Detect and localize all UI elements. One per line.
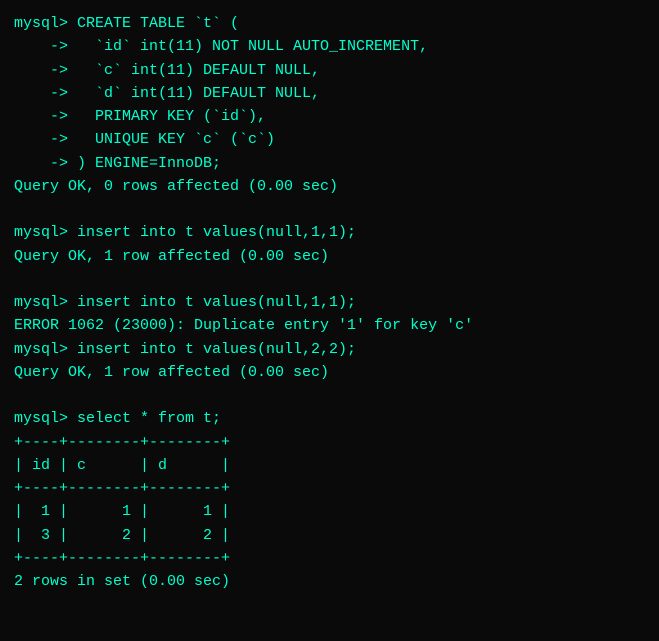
terminal-line: -> `d` int(11) DEFAULT NULL,: [14, 82, 645, 105]
terminal-line: +----+--------+--------+: [14, 431, 645, 454]
terminal-line: mysql> insert into t values(null,2,2);: [14, 338, 645, 361]
terminal-line: | 3 | 2 | 2 |: [14, 524, 645, 547]
terminal-line: Query OK, 0 rows affected (0.00 sec): [14, 175, 645, 198]
terminal-line: mysql> CREATE TABLE `t` (: [14, 12, 645, 35]
terminal-line: mysql> select * from t;: [14, 407, 645, 430]
terminal-line: -> UNIQUE KEY `c` (`c`): [14, 128, 645, 151]
terminal-line: | id | c | d |: [14, 454, 645, 477]
terminal-output: mysql> CREATE TABLE `t` ( -> `id` int(11…: [14, 12, 645, 629]
terminal-line: Query OK, 1 row affected (0.00 sec): [14, 245, 645, 268]
terminal-line: +----+--------+--------+: [14, 477, 645, 500]
terminal-line: 2 rows in set (0.00 sec): [14, 570, 645, 593]
terminal-line: -> PRIMARY KEY (`id`),: [14, 105, 645, 128]
terminal-line: [14, 198, 645, 221]
terminal-line: [14, 268, 645, 291]
terminal-line: [14, 384, 645, 407]
terminal-line: mysql> insert into t values(null,1,1);: [14, 291, 645, 314]
terminal-line: +----+--------+--------+: [14, 547, 645, 570]
terminal-line: Query OK, 1 row affected (0.00 sec): [14, 361, 645, 384]
terminal-line: ERROR 1062 (23000): Duplicate entry '1' …: [14, 314, 645, 337]
terminal-line: mysql> insert into t values(null,1,1);: [14, 221, 645, 244]
terminal-line: -> `id` int(11) NOT NULL AUTO_INCREMENT,: [14, 35, 645, 58]
terminal-line: -> `c` int(11) DEFAULT NULL,: [14, 59, 645, 82]
terminal-line: | 1 | 1 | 1 |: [14, 500, 645, 523]
terminal-line: -> ) ENGINE=InnoDB;: [14, 152, 645, 175]
